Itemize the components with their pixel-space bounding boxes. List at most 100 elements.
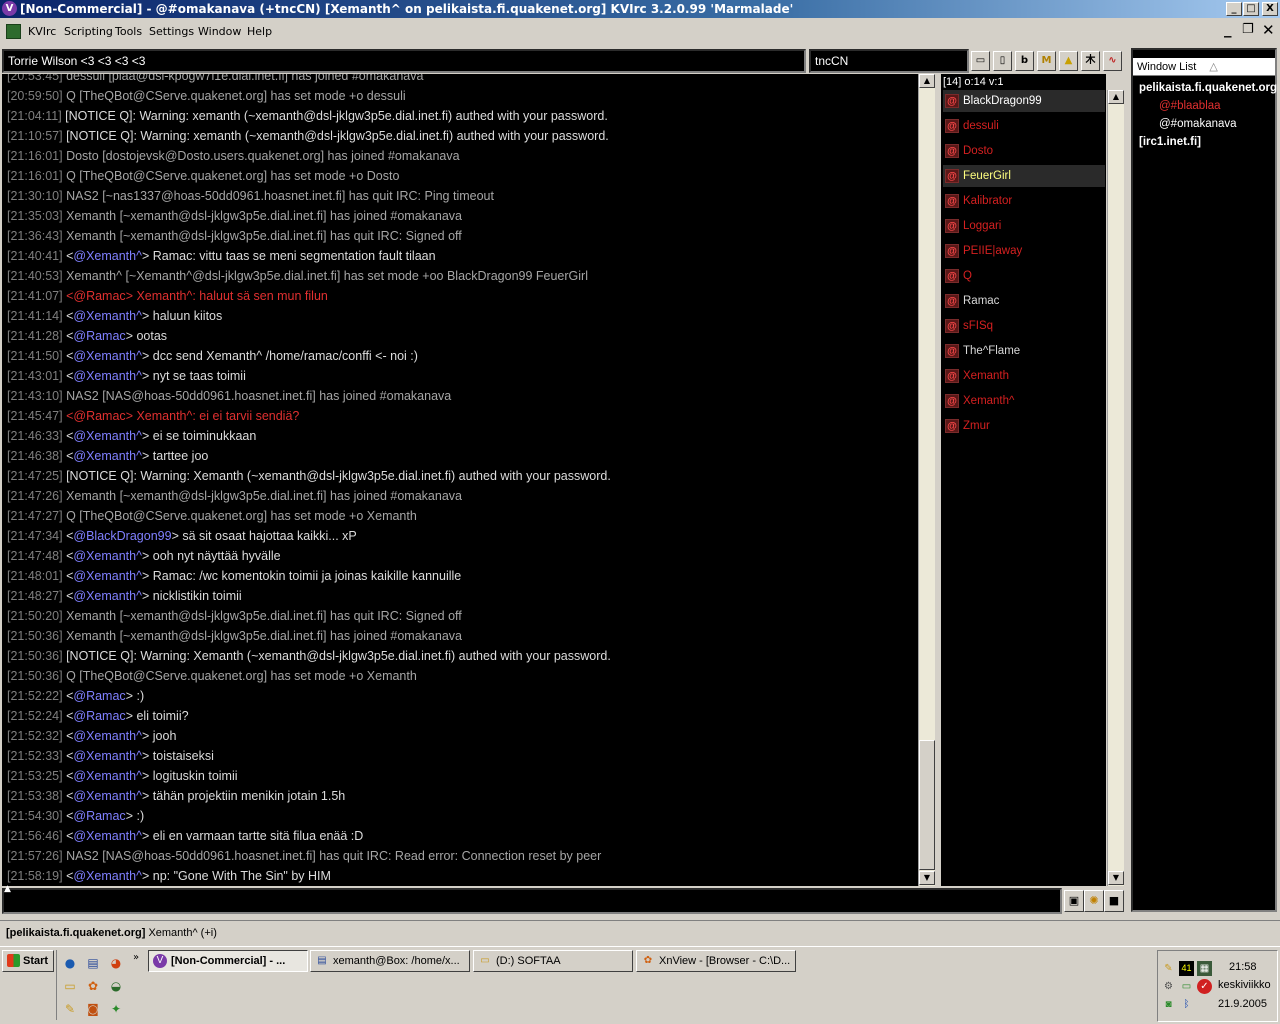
channel-tools-icon[interactable]: 木 [1081,51,1100,71]
task-terminal[interactable]: ▤ xemanth@Box: /home/x... [310,950,470,972]
userlist-item[interactable]: @ Ramac [943,290,1105,312]
quicklaunch-more-icon[interactable]: » [133,952,139,963]
tray-irc-icon[interactable]: ▦ [1197,961,1212,976]
chat-nick[interactable]: @Ramac [73,409,125,423]
window-titlebar[interactable]: V [Non-Commercial] - @#omakanava (+tncCN… [0,0,1280,18]
mdi-restore-button[interactable]: ❐ [1242,22,1254,37]
chat-line[interactable]: [21:41:07] <@Ramac> Xemanth^: haluut sä … [7,286,328,306]
show-desktop-icon[interactable]: ▤ [84,954,102,972]
internet-explorer-icon[interactable]: ● [61,954,79,972]
userlist-item[interactable]: @ Zmur [943,415,1105,437]
menu-kvirc[interactable]: KVIrc [28,25,56,38]
chat-nick[interactable]: @Xemanth^ [73,589,142,603]
folder-icon[interactable]: ▭ [61,977,79,995]
chat-nick[interactable]: @Xemanth^ [73,729,142,743]
input-history-arrow-icon[interactable]: ▲ [4,884,11,894]
tray-clock[interactable]: 21:58 [1229,961,1257,973]
chat-nick[interactable]: @Xemanth^ [73,309,142,323]
tools-icon[interactable]: ✎ [61,1000,79,1018]
chat-line[interactable]: [20:59:50] Q [TheQBot@CServe.quakenet.or… [7,86,406,106]
chat-nick[interactable]: @Xemanth^ [73,549,142,563]
chat-line[interactable]: [21:47:25] [NOTICE Q]: Warning: Xemanth … [7,466,611,486]
chat-line[interactable]: [21:56:46] <@Xemanth^> eli en varmaan ta… [7,826,363,846]
chat-line[interactable]: [21:47:48] <@Xemanth^> ooh nyt näyttää h… [7,546,281,566]
window-list-channel[interactable]: @#blaablaa [1159,100,1221,112]
chat-view[interactable]: [20:53:45] dessuli [plaa@dsl-kpogw7l1e.d… [2,74,918,886]
userlist-item[interactable]: @ Xemanth [943,365,1105,387]
mdi-close-button[interactable]: ✕ [1262,21,1275,39]
window-list-channel[interactable]: @#omakanava [1159,118,1237,130]
sun-icon[interactable]: ✺ [1084,890,1104,912]
chat-line[interactable]: [21:50:36] Q [TheQBot@CServe.quakenet.or… [7,666,417,686]
tray-gear-icon[interactable]: ⚙ [1161,979,1176,994]
split-view-icon[interactable]: ▭ [971,51,990,71]
userlist-scroll-down[interactable]: ▼ [1108,871,1124,885]
window-list-panel[interactable]: Window List △ pelikaista.fi.quakenet.org… [1131,48,1277,912]
chat-line[interactable]: [21:53:38] <@Xemanth^> tähän projektiin … [7,786,345,806]
chat-nick[interactable]: @Xemanth^ [73,449,142,463]
chat-nick[interactable]: @Xemanth^ [73,829,142,843]
chat-line[interactable]: [21:35:03] Xemanth [~xemanth@dsl-jklgw3p… [7,206,462,226]
chat-nick[interactable]: @Xemanth^ [73,789,142,803]
close-button[interactable]: X [1262,2,1278,16]
chat-line[interactable]: [21:45:47] <@Ramac> Xemanth^: ei ei tarv… [7,406,299,426]
messenger-icon[interactable]: ✦ [107,1000,125,1018]
multiline-editor-icon[interactable]: ■ [1104,890,1124,912]
userlist-item[interactable]: @ PEIIE|away [943,240,1105,262]
chat-nick[interactable]: @Xemanth^ [73,249,142,263]
userlist-item[interactable]: @ BlackDragon99 [943,90,1105,112]
mdi-minimize-button[interactable]: _ [1224,20,1232,38]
chat-line[interactable]: [21:46:38] <@Xemanth^> tarttee joo [7,446,208,466]
xnview-icon[interactable]: ✿ [84,977,102,995]
chat-line[interactable]: [21:58:19] <@Xemanth^> np: "Gone With Th… [7,866,331,886]
chat-line[interactable]: [21:50:20] Xemanth [~xemanth@dsl-jklgw3p… [7,606,462,626]
chat-line[interactable]: [21:16:01] Q [TheQBot@CServe.quakenet.or… [7,166,399,186]
chat-line[interactable]: [21:53:25] <@Xemanth^> logituskin toimii [7,766,238,786]
mode-editor-icon[interactable]: M [1037,51,1056,71]
chat-nick[interactable]: @Xemanth^ [73,769,142,783]
chat-line[interactable]: [21:43:01] <@Xemanth^> nyt se taas toimi… [7,366,246,386]
chat-nick[interactable]: @Xemanth^ [73,569,142,583]
network-icon[interactable]: ◒ [107,977,125,995]
scroll-down-arrow[interactable]: ▼ [919,871,935,885]
chat-line[interactable]: [21:10:57] [NOTICE Q]: Warning: xemanth … [7,126,609,146]
chat-line[interactable]: [21:48:27] <@Xemanth^> nicklistikin toim… [7,586,242,606]
task-kvirc[interactable]: V [Non-Commercial] - ... [148,950,308,972]
userlist-item[interactable]: @ Q [943,265,1105,287]
chat-line[interactable]: [21:41:14] <@Xemanth^> haluun kiitos [7,306,222,326]
chat-line[interactable]: [21:47:27] Q [TheQBot@CServe.quakenet.or… [7,506,417,526]
chat-line[interactable]: [21:52:24] <@Ramac> eli toimii? [7,706,189,726]
menu-help[interactable]: Help [247,25,272,38]
chat-nick[interactable]: @Ramac [73,329,125,343]
tray-bluetooth-icon[interactable]: ᛒ [1179,997,1194,1012]
tray-battery-icon[interactable]: ▭ [1179,979,1194,994]
chat-nick[interactable]: @Xemanth^ [73,749,142,763]
chat-line[interactable]: [21:47:34] <@BlackDragon99> sä sit osaat… [7,526,357,546]
chat-line[interactable]: [21:52:22] <@Ramac> :) [7,686,144,706]
chat-line[interactable]: [21:41:50] <@Xemanth^> dcc send Xemanth^… [7,346,418,366]
chat-line[interactable]: [21:48:01] <@Xemanth^> Ramac: /wc koment… [7,566,461,586]
list-view-icon[interactable]: ▯ [993,51,1012,71]
userlist-scroll-up[interactable]: ▲ [1108,90,1124,104]
userlist[interactable]: @ BlackDragon99 @ dessuli @ Dosto @ FeuerGirl @ K… [941,90,1106,886]
chat-line[interactable]: [21:52:32] <@Xemanth^> jooh [7,726,176,746]
menu-window[interactable]: Window [198,25,241,38]
chat-line[interactable]: [21:40:53] Xemanth^ [~Xemanth^@dsl-jklgw… [7,266,588,286]
chat-nick[interactable]: @Ramac [73,289,125,303]
maximize-button[interactable]: □ [1243,2,1259,16]
userlist-item[interactable]: @ Dosto [943,140,1105,162]
window-list-server[interactable]: [irc1.inet.fi] [1139,136,1201,148]
chat-line[interactable]: [21:30:10] NAS2 [~nas1337@hoas-50dd0961.… [7,186,494,206]
chat-nick[interactable]: @Ramac [73,709,125,723]
chat-line[interactable]: [21:50:36] Xemanth [~xemanth@dsl-jklgw3p… [7,626,462,646]
userlist-item[interactable]: @ Xemanth^ [943,390,1105,412]
userlist-item[interactable]: @ Kalibrator [943,190,1105,212]
activity-graph-icon[interactable]: ∿ [1103,51,1122,71]
chat-line[interactable]: [21:50:36] [NOTICE Q]: Warning: Xemanth … [7,646,611,666]
userlist-item[interactable]: @ Loggari [943,215,1105,237]
window-list-server[interactable]: pelikaista.fi.quakenet.org [1139,82,1277,94]
userlist-scrollbar[interactable]: ▲ ▼ [1107,90,1124,886]
chat-line[interactable]: [21:04:11] [NOTICE Q]: Warning: xemanth … [7,106,608,126]
terminal-icon[interactable]: ▣ [1064,890,1084,912]
menu-tools[interactable]: Tools [115,25,142,38]
